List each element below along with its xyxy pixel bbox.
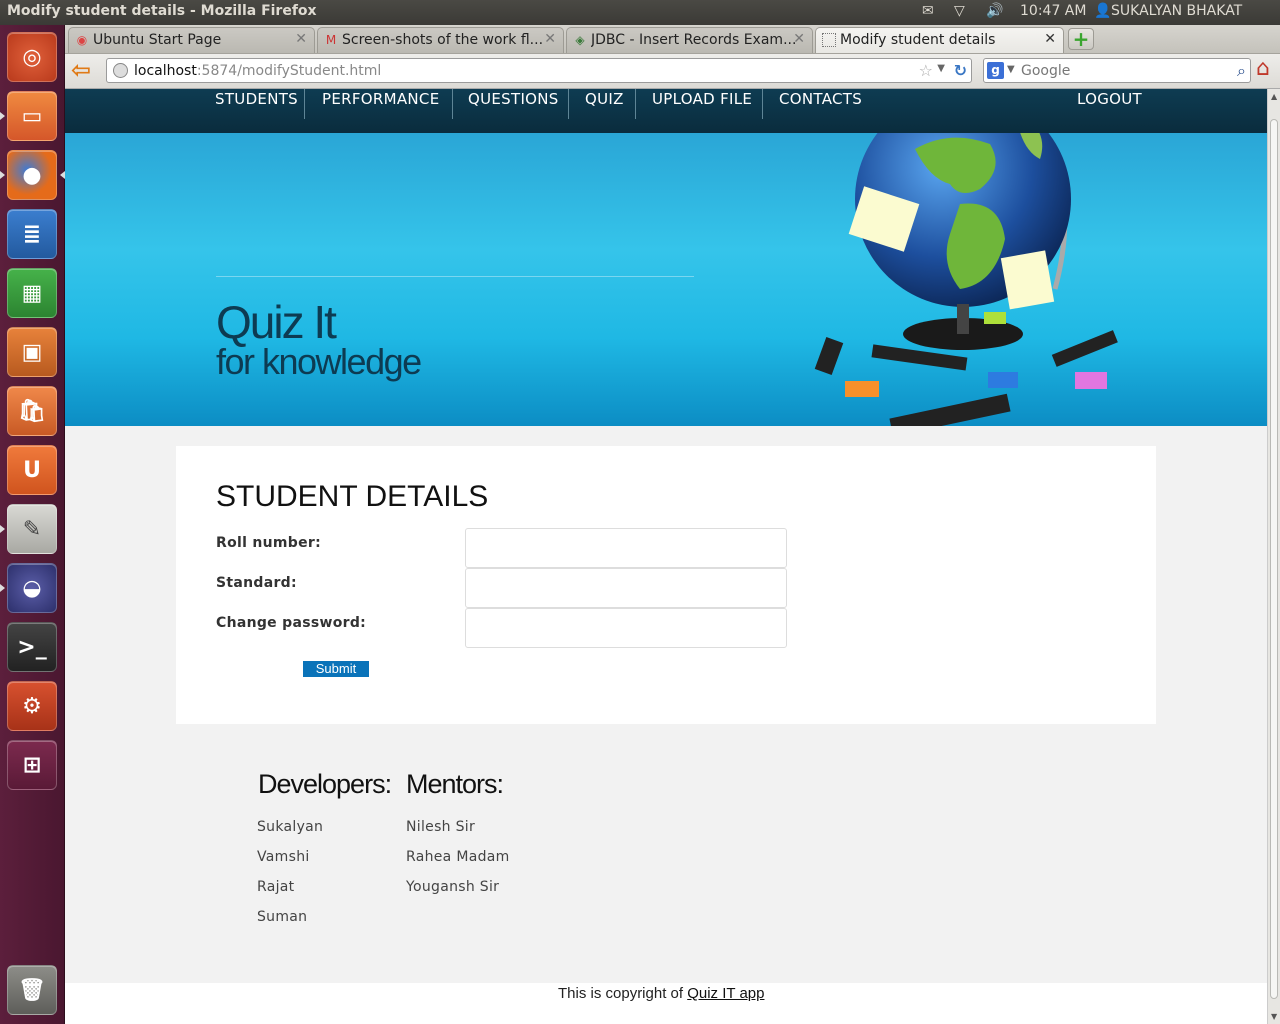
close-tab-icon[interactable]: ✕ (544, 31, 556, 47)
google-icon[interactable]: g (987, 62, 1004, 79)
submit-button[interactable]: Submit (303, 661, 369, 677)
developer-item: Sukalyan (257, 819, 324, 835)
impress-icon[interactable]: ▣ (7, 327, 57, 377)
search-engine-dropdown-icon[interactable]: ▼ (1007, 64, 1015, 75)
globe-icon (113, 63, 128, 78)
navigation-toolbar: ⇦ localhost:5874/modifyStudent.html ☆ ▼ … (65, 54, 1280, 89)
system-settings-icon[interactable]: ⚙ (7, 681, 57, 731)
tab-jdbc[interactable]: ◈ JDBC - Insert Records Exam... ✕ (566, 27, 813, 53)
workspace-switcher-icon[interactable]: ⊞ (7, 740, 57, 790)
user-name[interactable]: SUKALYAN BHAKAT (1111, 3, 1242, 19)
writer-icon[interactable]: ≣ (7, 209, 57, 259)
close-tab-icon[interactable]: ✕ (1044, 31, 1056, 47)
page-viewport: STUDENTS PERFORMANCE QUESTIONS QUIZ UPLO… (65, 89, 1267, 1024)
trash-icon[interactable]: 🗑 (7, 965, 57, 1015)
network-icon[interactable]: ▽ (954, 3, 965, 19)
history-dropdown-icon[interactable]: ▼ (937, 63, 945, 74)
software-center-icon[interactable]: 🛍 (7, 386, 57, 436)
scroll-down-icon[interactable]: ▼ (1271, 1012, 1277, 1021)
developers-heading: Developers: (258, 769, 392, 799)
volume-icon[interactable]: 🔊 (986, 3, 1003, 19)
search-bar[interactable]: g ▼ Google ⌕ (983, 58, 1251, 83)
tab-ubuntu-start-page[interactable]: ◉ Ubuntu Start Page ✕ (68, 27, 315, 53)
nav-contacts[interactable]: CONTACTS (779, 90, 862, 108)
roll-number-input[interactable] (465, 528, 787, 568)
address-bar[interactable]: localhost:5874/modifyStudent.html ☆ ▼ ↻ (106, 58, 972, 83)
brand-subtitle: for knowledge (216, 341, 422, 382)
text-editor-icon[interactable]: ✎ (7, 504, 57, 554)
nav-performance[interactable]: PERFORMANCE (322, 90, 439, 108)
ubuntu-page-icon: ◉ (76, 33, 88, 47)
site-navigation: STUDENTS PERFORMANCE QUESTIONS QUIZ UPLO… (65, 89, 1267, 133)
files-icon[interactable]: ▭ (7, 91, 57, 141)
copyright-link[interactable]: Quiz IT app (687, 985, 764, 1002)
developer-item: Suman (257, 909, 308, 925)
nav-quiz[interactable]: QUIZ (585, 90, 624, 108)
nav-questions[interactable]: QUESTIONS (468, 90, 559, 108)
firefox-icon[interactable]: ● (7, 150, 57, 200)
nav-students[interactable]: STUDENTS (215, 90, 298, 108)
copyright-text: This is copyright of Quiz IT app (558, 985, 765, 1002)
developer-item: Vamshi (257, 849, 310, 865)
scroll-up-icon[interactable]: ▲ (1271, 92, 1277, 101)
roll-number-label: Roll number: (216, 535, 322, 551)
nav-logout[interactable]: LOGOUT (1077, 90, 1142, 108)
clock[interactable]: 10:47 AM (1020, 3, 1086, 19)
new-tab-button[interactable]: + (1068, 28, 1094, 50)
tab-modify-student[interactable]: Modify student details ✕ (815, 27, 1064, 53)
close-tab-icon[interactable]: ✕ (295, 31, 307, 47)
standard-input[interactable] (465, 568, 787, 608)
user-icon[interactable]: 👤 (1094, 3, 1111, 19)
search-icon[interactable]: ⌕ (1237, 61, 1246, 81)
developer-item: Rajat (257, 879, 295, 895)
globe-illustration (814, 133, 1118, 426)
tab-bar: ◉ Ubuntu Start Page ✕ M Screen-shots of … (65, 25, 1280, 54)
hero-divider (216, 276, 694, 277)
mentor-item: Yougansh Sir (406, 879, 500, 895)
back-arrow-icon[interactable]: ⇦ (71, 58, 97, 83)
window-title: Modify student details - Mozilla Firefox (7, 3, 317, 19)
tutorial-icon: ◈ (575, 33, 585, 47)
mentor-item: Nilesh Sir (406, 819, 476, 835)
unity-launcher: ◎ ▭ ● ≣ ▦ ▣ 🛍 U ✎ ◒ >_ ⚙ ⊞ 🗑 (0, 25, 65, 1024)
student-details-card: STUDENT DETAILS Roll number: Standard: C… (176, 446, 1156, 724)
hero-banner: Quiz It for knowledge (65, 133, 1267, 426)
mentor-item: Rahea Madam (406, 849, 510, 865)
blank-page-icon (822, 33, 836, 47)
search-placeholder: Google (1021, 63, 1071, 79)
tab-screenshots[interactable]: M Screen-shots of the work fl... ✕ (317, 27, 564, 53)
change-password-input[interactable] (465, 608, 787, 648)
gmail-icon: M (325, 33, 337, 47)
standard-label: Standard: (216, 575, 297, 591)
close-tab-icon[interactable]: ✕ (793, 31, 805, 47)
calc-icon[interactable]: ▦ (7, 268, 57, 318)
reload-icon[interactable]: ↻ (954, 61, 967, 80)
url-text[interactable]: localhost:5874/modifyStudent.html (134, 63, 381, 79)
nav-upload-file[interactable]: UPLOAD FILE (652, 90, 752, 108)
copyright-bar: This is copyright of Quiz IT app (65, 983, 1267, 1024)
change-password-label: Change password: (216, 615, 367, 631)
home-icon[interactable]: ⌂ (1256, 58, 1280, 82)
system-top-panel: Modify student details - Mozilla Firefox… (0, 0, 1280, 25)
ubuntu-one-icon[interactable]: U (7, 445, 57, 495)
vertical-scrollbar[interactable]: ▲ ▼ (1267, 89, 1280, 1024)
eclipse-icon[interactable]: ◒ (7, 563, 57, 613)
scrollbar-thumb[interactable] (1270, 119, 1278, 999)
terminal-icon[interactable]: >_ (7, 622, 57, 672)
page-heading: STUDENT DETAILS (216, 480, 489, 513)
mail-icon[interactable]: ✉ (922, 3, 934, 19)
ubuntu-dash-icon[interactable]: ◎ (7, 32, 57, 82)
mentors-heading: Mentors: (406, 769, 504, 799)
bookmark-star-icon[interactable]: ☆ (919, 61, 933, 80)
